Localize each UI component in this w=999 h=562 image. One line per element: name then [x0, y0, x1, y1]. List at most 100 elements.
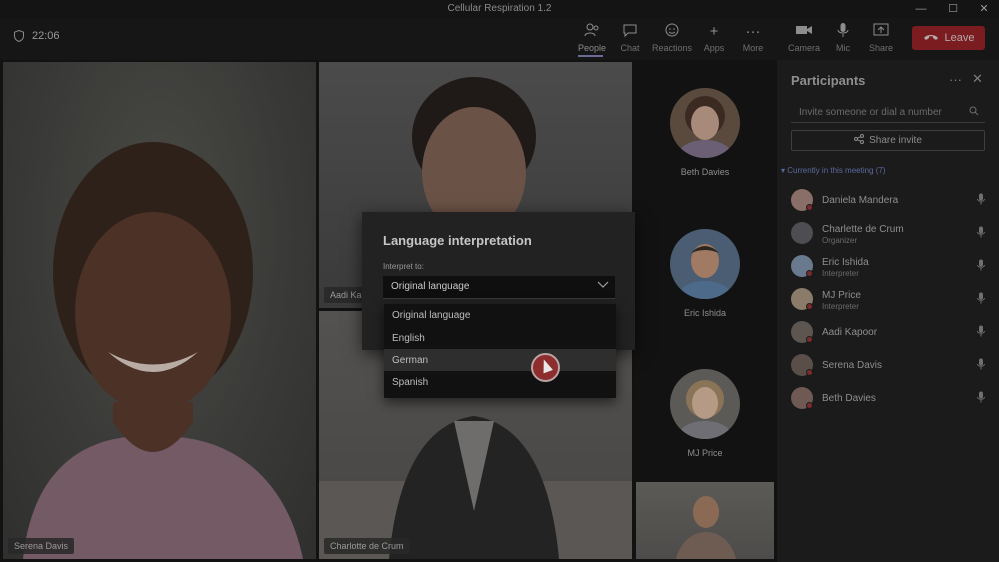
tile-name-serena: Serena Davis [8, 538, 75, 554]
participant-name: Aadi Kapoor [822, 327, 878, 338]
participant-row[interactable]: Serena Davis [791, 351, 989, 377]
meeting-section-header[interactable]: ▾ Currently in this meeting (7) [781, 166, 886, 175]
apps-button[interactable]: + Apps [694, 22, 734, 56]
shield-icon [14, 30, 24, 42]
reactions-label: Reactions [652, 43, 693, 53]
apps-icon: + [709, 23, 719, 40]
close-icon[interactable]: ✕ [972, 71, 983, 87]
participant-role: Interpreter [822, 269, 859, 278]
share-link-icon [854, 134, 865, 147]
people-label: People [577, 43, 607, 53]
share-icon [861, 22, 901, 42]
more-icon: ··· [745, 23, 761, 40]
chat-icon [610, 22, 650, 42]
minimize-icon[interactable]: — [906, 1, 936, 17]
more-options-icon[interactable]: ··· [949, 72, 962, 87]
participant-row[interactable]: Charlette de Crum Organizer [791, 219, 989, 245]
presence-dot [806, 402, 813, 409]
people-button[interactable]: People [572, 22, 612, 56]
participant-name: Charlette de Crum [822, 224, 904, 235]
presence-dot [806, 303, 813, 310]
mic-label: Mic [836, 43, 850, 53]
mic-button[interactable]: Mic [823, 22, 863, 56]
participant-row[interactable]: MJ Price Interpreter [791, 285, 989, 311]
more-button[interactable]: ··· More [733, 22, 773, 56]
close-window-icon[interactable]: ✕ [969, 1, 999, 17]
panel-title: Participants [791, 73, 866, 88]
presence-dot [806, 270, 813, 277]
participant-name: Beth Davies [822, 393, 876, 404]
participant-name: MJ Price [822, 290, 861, 301]
language-dropdown: Original language English German Spanish [384, 304, 616, 398]
participant-name: Serena Davis [822, 360, 883, 371]
chat-label: Chat [620, 43, 640, 53]
leave-button[interactable]: Leave [912, 26, 985, 50]
participants-panel: Participants ··· ✕ Invite someone or dia… [777, 60, 999, 562]
option-original-language[interactable]: Original language [384, 304, 616, 326]
thumb-name-beth: Beth Davies [680, 167, 730, 177]
title-bar: Cellular Respiration 1.2 — ☐ ✕ [0, 0, 999, 18]
interpret-to-label: Interpret to: [383, 262, 424, 271]
camera-icon [784, 22, 824, 42]
participant-row[interactable]: Daniela Mandera [791, 186, 989, 212]
participant-row[interactable]: Eric Ishida Interpreter [791, 252, 989, 278]
thumb-eric[interactable] [670, 229, 740, 299]
thumb-beth[interactable] [670, 88, 740, 158]
share-button[interactable]: Share [861, 22, 901, 56]
mic-icon [977, 325, 985, 340]
participant-name: Daniela Mandera [822, 195, 899, 206]
video-tile-serena[interactable]: Serena Davis [3, 62, 316, 559]
invite-input[interactable]: Invite someone or dial a number [791, 103, 985, 123]
avatar [791, 222, 813, 244]
chevron-down-icon [597, 278, 609, 293]
presence-dot [806, 204, 813, 211]
chevron-down-icon: ▾ [781, 166, 786, 175]
maximize-icon[interactable]: ☐ [938, 1, 968, 17]
participant-role: Organizer [822, 236, 858, 245]
option-spanish[interactable]: Spanish [384, 371, 616, 393]
share-invite-button[interactable]: Share invite [791, 130, 985, 151]
reactions-icon [652, 22, 692, 42]
window-title: Cellular Respiration 1.2 [447, 3, 552, 14]
option-german[interactable]: German [384, 349, 616, 371]
camera-label: Camera [787, 43, 820, 53]
language-select[interactable]: Original language [383, 276, 615, 299]
people-icon [572, 22, 612, 42]
share-label: Share [868, 43, 894, 53]
section-label: Currently in this meeting (7) [787, 166, 886, 175]
serena-video [23, 142, 303, 559]
share-invite-label: Share invite [869, 135, 922, 146]
thumb-name-mj: MJ Price [687, 448, 723, 458]
chat-button[interactable]: Chat [610, 22, 650, 56]
tile-name-charlotte: Charlotte de Crum [324, 538, 410, 554]
active-tab-indicator [578, 55, 603, 57]
presence-dot [806, 369, 813, 376]
thumb-name-eric: Eric Ishida [683, 308, 727, 318]
leave-label: Leave [944, 32, 975, 44]
meeting-timer: 22:06 [14, 30, 60, 42]
participant-row[interactable]: Aadi Kapoor [791, 318, 989, 344]
hangup-icon [923, 32, 939, 45]
mic-icon [977, 391, 985, 406]
self-video-tile[interactable] [636, 482, 774, 559]
mic-icon [977, 226, 985, 241]
apps-label: Apps [703, 43, 725, 53]
mic-icon [977, 259, 985, 274]
participant-row[interactable]: Beth Davies [791, 384, 989, 410]
camera-button[interactable]: Camera [784, 22, 824, 56]
presence-dot [806, 336, 813, 343]
option-english[interactable]: English [384, 327, 616, 349]
participant-name: Eric Ishida [822, 257, 869, 268]
invite-placeholder: Invite someone or dial a number [799, 107, 942, 118]
meeting-toolbar: 22:06 People Chat Reactions + Apps ··· M… [0, 18, 999, 60]
thumb-mj[interactable] [670, 369, 740, 439]
more-label: More [742, 43, 764, 53]
selected-language: Original language [391, 281, 470, 292]
search-icon [969, 106, 979, 119]
self-video [676, 496, 736, 559]
dialog-title: Language interpretation [383, 233, 532, 248]
mic-icon [977, 358, 985, 373]
mic-icon [977, 193, 985, 208]
reactions-button[interactable]: Reactions [652, 22, 692, 56]
participant-role: Interpreter [822, 302, 859, 311]
